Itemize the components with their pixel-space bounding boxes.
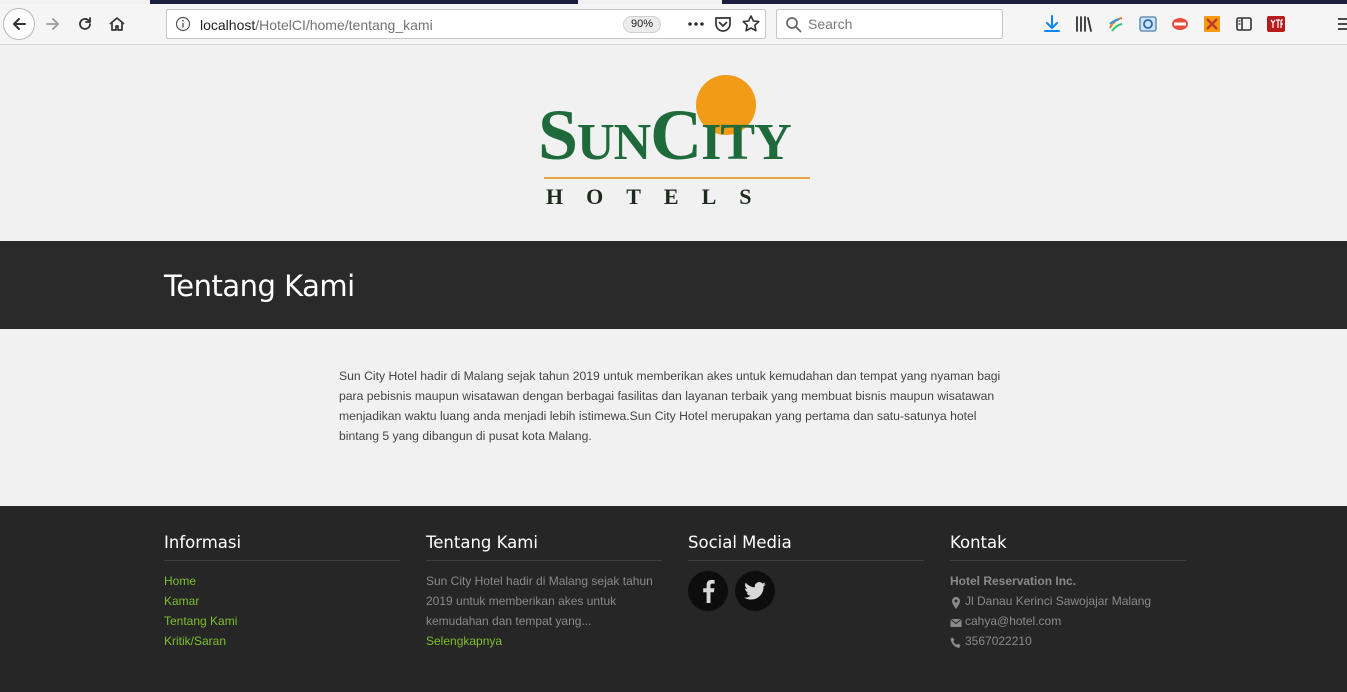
- footer-link-kritik-saran[interactable]: Kritik/Saran: [164, 634, 226, 648]
- email-text[interactable]: cahya@hotel.com: [965, 611, 1061, 631]
- page-title-bar: Tentang Kami: [0, 241, 1347, 329]
- phone-text: 3567022210: [965, 634, 1032, 648]
- zoom-indicator[interactable]: 90%: [623, 16, 662, 33]
- footer-links-list: Home Kamar Tentang Kami Kritik/Saran: [164, 571, 400, 651]
- home-button[interactable]: [101, 8, 133, 40]
- suncity-hotels-logo[interactable]: SUNCITY HOTELS: [530, 71, 820, 211]
- site-header: SUNCITY HOTELS: [0, 45, 1347, 241]
- read-more-link[interactable]: Selengkapnya: [426, 634, 502, 648]
- extension-feed-icon[interactable]: [1106, 14, 1126, 34]
- search-icon: [785, 16, 802, 33]
- footer-tentang-excerpt: Sun City Hotel hadir di Malang sejak tah…: [426, 574, 653, 628]
- download-icon[interactable]: [1042, 14, 1062, 34]
- footer-social-title: Social Media: [688, 533, 924, 561]
- search-input[interactable]: [808, 14, 993, 34]
- address-row: Jl Danau Kerinci Sawojajar Malang: [950, 591, 1186, 611]
- footer-tentang: Tentang Kami Sun City Hotel hadir di Mal…: [426, 533, 662, 651]
- site-footer: Informasi Home Kamar Tentang Kami Kritik…: [0, 506, 1347, 692]
- browser-toolbar: localhost/HotelCI/home/tentang_kami 90%: [0, 4, 1347, 45]
- email-row: cahya@hotel.com: [950, 611, 1186, 631]
- reload-button[interactable]: [69, 8, 101, 40]
- page-title: Tentang Kami: [164, 269, 355, 303]
- logo-tagline: HOTELS: [546, 184, 775, 209]
- facebook-icon[interactable]: [688, 571, 728, 611]
- company-name: Hotel Reservation Inc.: [950, 574, 1077, 588]
- info-icon[interactable]: [175, 16, 191, 32]
- footer-link-tentang-kami[interactable]: Tentang Kami: [164, 614, 237, 628]
- extension-ytf-icon[interactable]: [1266, 14, 1286, 34]
- phone-row: 3567022210: [950, 631, 1186, 651]
- extension-red-icon[interactable]: [1170, 14, 1190, 34]
- phone-icon: [950, 635, 962, 648]
- address-text: Jl Danau Kerinci Sawojajar Malang: [965, 594, 1152, 608]
- screenshot-extension-icon[interactable]: [1138, 14, 1158, 34]
- footer-informasi-title: Informasi: [164, 533, 400, 561]
- footer-social: Social Media: [688, 533, 924, 611]
- bookmark-star-icon[interactable]: [741, 14, 761, 34]
- footer-tentang-title: Tentang Kami: [426, 533, 662, 561]
- address-bar[interactable]: localhost/HotelCI/home/tentang_kami 90%: [166, 9, 766, 39]
- twitter-icon[interactable]: [735, 571, 775, 611]
- envelope-icon: [950, 615, 962, 627]
- footer-link-kamar[interactable]: Kamar: [164, 594, 199, 608]
- back-button[interactable]: [3, 8, 35, 40]
- main-content: Sun City Hotel hadir di Malang sejak tah…: [0, 329, 1347, 506]
- logo-wordmark: SUNCITY: [538, 95, 792, 175]
- page-actions-icon[interactable]: [685, 13, 707, 35]
- sidebar-icon[interactable]: [1234, 14, 1254, 34]
- pocket-icon[interactable]: [713, 14, 733, 34]
- search-bar[interactable]: [776, 9, 1003, 39]
- menu-icon[interactable]: [1336, 14, 1347, 34]
- about-paragraph: Sun City Hotel hadir di Malang sejak tah…: [339, 369, 1001, 443]
- map-marker-icon: [950, 595, 962, 609]
- footer-informasi: Informasi Home Kamar Tentang Kami Kritik…: [164, 533, 400, 651]
- footer-link-home[interactable]: Home: [164, 574, 196, 588]
- extension-orange-icon[interactable]: [1202, 14, 1222, 34]
- url-text[interactable]: localhost/HotelCI/home/tentang_kami: [200, 17, 433, 33]
- footer-kontak: Kontak Hotel Reservation Inc. Jl Danau K…: [950, 533, 1186, 651]
- forward-button[interactable]: [37, 8, 69, 40]
- footer-kontak-title: Kontak: [950, 533, 1186, 561]
- library-icon[interactable]: [1074, 14, 1094, 34]
- logo-underline: [544, 177, 810, 179]
